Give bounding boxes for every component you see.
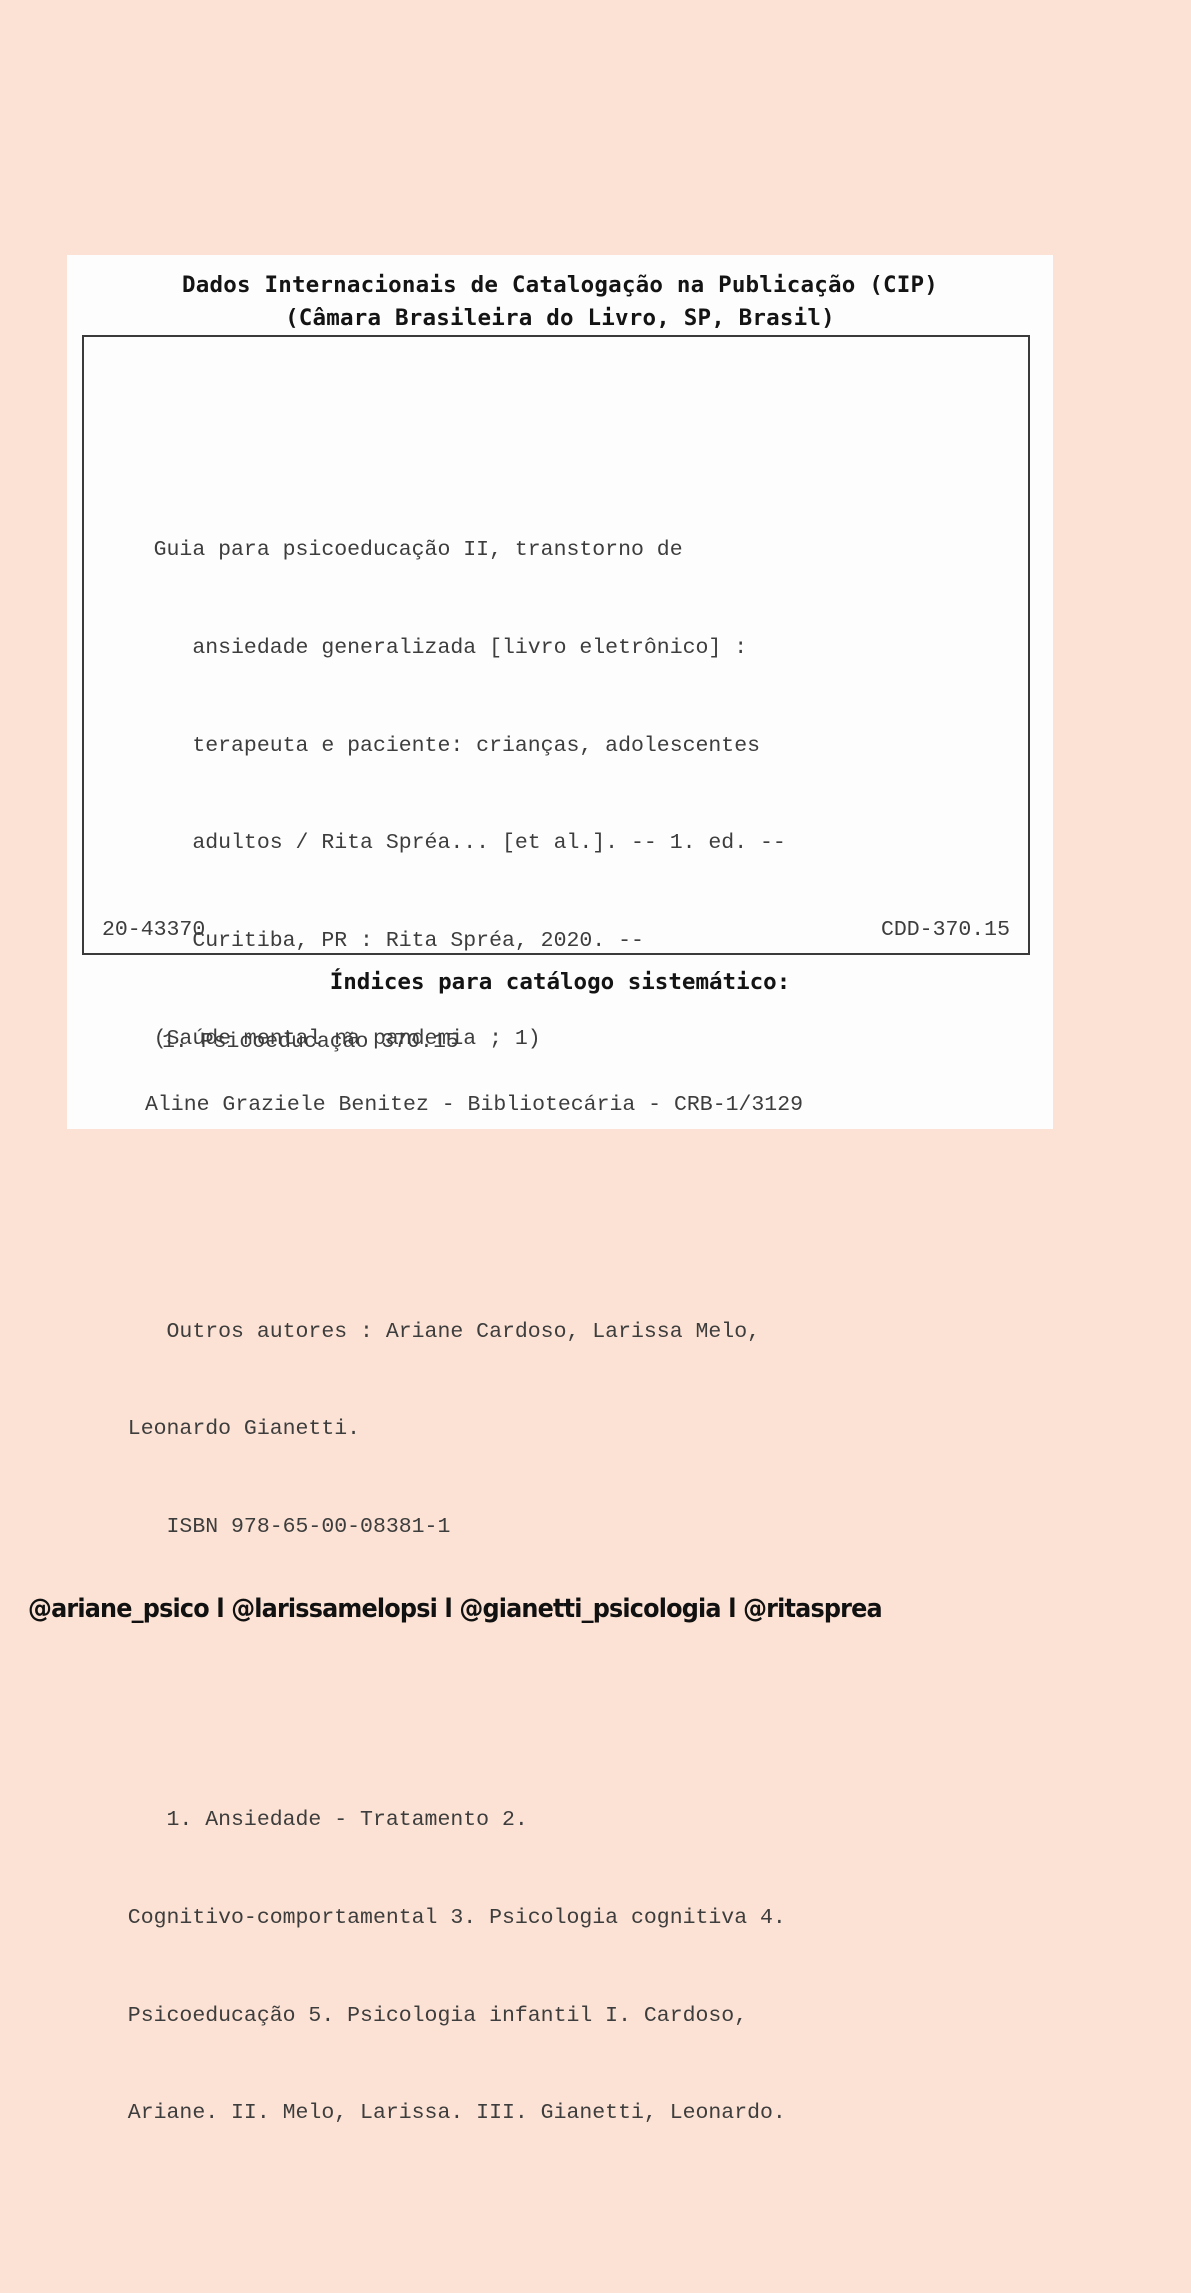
record-line: Psicoeducação 5. Psicologia infantil I. … <box>102 2003 748 2028</box>
social-handles-text: @ariane_psico l @larissamelopsi l @giane… <box>28 1594 883 1624</box>
catalog-record-box: Guia para psicoeducação II, transtorno d… <box>82 335 1030 2125</box>
record-line: 1. Ansiedade - Tratamento 2. <box>102 1807 528 1832</box>
cdd-number: CDD-370.15 <box>880 918 1010 942</box>
record-line: Outros autores : Ariane Cardoso, Larissa… <box>102 1319 761 1344</box>
record-subjects-block: 1. Ansiedade - Tratamento 2. Cognitivo-c… <box>102 1739 1010 2195</box>
record-line: Cognitivo-comportamental 3. Psicologia c… <box>102 1905 786 1930</box>
cip-heading-line-1: Dados Internacionais de Catalogação na P… <box>181 272 939 298</box>
social-handles-bar: @ariane_psico l @larissamelopsi l @giane… <box>0 1533 1191 1685</box>
cip-heading: Dados Internacionais de Catalogação na P… <box>67 255 1053 335</box>
record-line: terapeuta e paciente: crianças, adolesce… <box>102 733 761 758</box>
cip-page: { "page": { "background_color": "#fce2d4… <box>0 0 1191 2125</box>
librarian-credit: Aline Graziele Benitez - Bibliotecária -… <box>145 1093 804 1117</box>
record-line: Guia para psicoeducação II, transtorno d… <box>102 537 683 562</box>
cip-heading-line-2: (Câmara Brasileira do Livro, SP, Brasil) <box>285 305 835 331</box>
cip-document-sheet: Dados Internacionais de Catalogação na P… <box>67 255 1053 2125</box>
catalog-record-body: Guia para psicoeducação II, transtorno d… <box>84 371 1028 2293</box>
record-line: Leonardo Gianetti. <box>102 1417 361 1442</box>
indices-title: Índices para catálogo sistemático: <box>329 969 791 995</box>
record-line: ansiedade generalizada [livro eletrônico… <box>102 635 748 660</box>
control-number: 20-43370 <box>102 918 206 942</box>
indices-entry: 1. Psicoeducação 370.15 <box>162 1030 459 1054</box>
record-line: Ariane. II. Melo, Larissa. III. Gianetti… <box>102 2101 786 2126</box>
record-box-footer: 20-43370 CDD-370.15 <box>102 915 1010 945</box>
record-line: adultos / Rita Spréa... [et al.]. -- 1. … <box>102 831 786 856</box>
record-title-block: Guia para psicoeducação II, transtorno d… <box>102 469 1010 1121</box>
